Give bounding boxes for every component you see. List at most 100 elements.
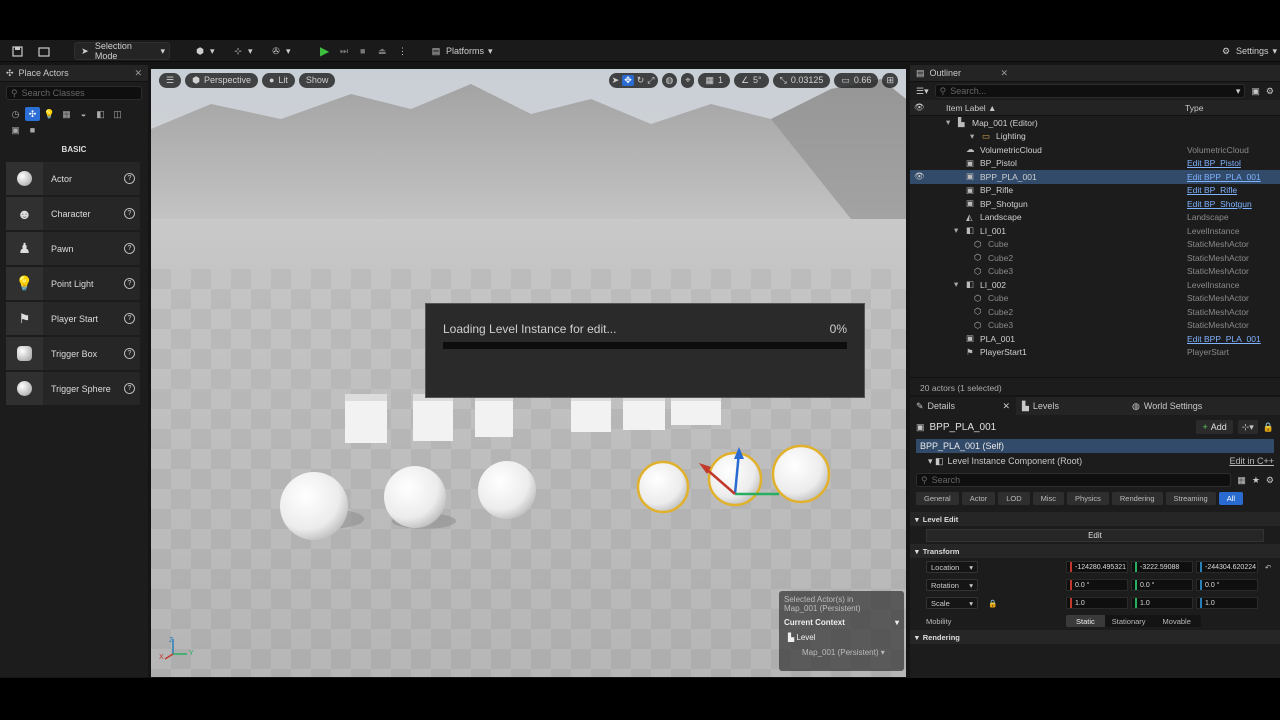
- lock-icon[interactable]: 🔒: [988, 599, 997, 608]
- cinematics-button[interactable]: ✇ ▾: [266, 42, 295, 60]
- level-context-dropdown[interactable]: Map_001 (Persistent) ▾: [784, 648, 899, 657]
- platforms-dropdown[interactable]: ▤ Platforms ▾: [426, 42, 497, 60]
- rotation-dropdown[interactable]: Rotation ▾: [926, 579, 978, 591]
- expand-arrow-icon[interactable]: ▾: [954, 279, 958, 290]
- help-icon[interactable]: ?: [124, 173, 135, 184]
- add-component-button[interactable]: + Add: [1196, 420, 1233, 434]
- play-button[interactable]: ▶: [316, 42, 333, 60]
- filter-actor[interactable]: Actor: [961, 492, 996, 505]
- current-context-header[interactable]: Current Context ▾: [784, 618, 899, 627]
- actor-item-player-start[interactable]: ⚑ Player Start?: [6, 302, 140, 335]
- lock-icon[interactable]: 🔒: [1263, 422, 1274, 433]
- help-icon[interactable]: ?: [124, 348, 135, 359]
- cinematic-icon[interactable]: ▦: [59, 107, 74, 121]
- outliner-row[interactable]: ▣ BP_Pistol Edit BP_Pistol: [910, 157, 1280, 171]
- grid-snap-button[interactable]: ▦ 1: [698, 72, 730, 88]
- outliner-row[interactable]: ▾ ▙ Map_001 (Editor): [910, 116, 1280, 130]
- mobility-static[interactable]: Static: [1066, 615, 1105, 627]
- outliner-row[interactable]: ▣ BP_Rifle Edit BP_Rifle: [910, 184, 1280, 198]
- transform-section[interactable]: ▾ Transform: [910, 544, 1280, 558]
- selection-mode-dropdown[interactable]: ➤ Selection Mode ▾: [74, 41, 170, 61]
- rotation-snap-button[interactable]: ∠ 5°: [733, 72, 769, 88]
- outliner-row[interactable]: ▾ ◧ LI_002 LevelInstance: [910, 278, 1280, 292]
- outliner-row[interactable]: ⬡ Cube3 StaticMeshActor: [910, 265, 1280, 279]
- rendering-section[interactable]: ▾ Rendering: [910, 630, 1280, 644]
- actor-item-trigger-sphere[interactable]: Trigger Sphere?: [6, 372, 140, 405]
- scale-tool-icon[interactable]: ⤢: [647, 75, 654, 86]
- gear-icon[interactable]: ⚙: [1266, 475, 1274, 486]
- outliner-row[interactable]: ▣ PLA_001 Edit BPP_PLA_001: [910, 332, 1280, 346]
- outliner-row[interactable]: 👁 ▣ BPP_PLA_001 Edit BPP_PLA_001: [910, 170, 1280, 184]
- details-search-input[interactable]: ⚲ Search: [916, 473, 1232, 487]
- gear-icon[interactable]: ⚙: [1266, 86, 1274, 97]
- close-icon[interactable]: ✕: [1002, 401, 1010, 412]
- expand-arrow-icon[interactable]: ▾: [954, 225, 958, 236]
- step-button[interactable]: ⏭: [336, 42, 352, 60]
- close-icon[interactable]: ✕: [1000, 68, 1008, 79]
- place-actors-tab[interactable]: ✣ Place Actors ✕: [0, 65, 148, 82]
- location-dropdown[interactable]: Location ▾: [926, 561, 978, 573]
- help-icon[interactable]: ?: [124, 278, 135, 289]
- outliner-row[interactable]: ▾ ▭ Lighting: [910, 130, 1280, 144]
- help-icon[interactable]: ?: [124, 243, 135, 254]
- outliner-row[interactable]: ⬡ Cube2 StaticMeshActor: [910, 251, 1280, 265]
- tab-levels[interactable]: ▙ Levels: [1016, 397, 1126, 415]
- actor-item-trigger-box[interactable]: Trigger Box?: [6, 337, 140, 370]
- surface-snap-button[interactable]: ⌖: [681, 72, 695, 88]
- shapes-icon[interactable]: ■: [25, 123, 40, 137]
- search-classes-input[interactable]: ⚲ Search Classes: [6, 86, 142, 100]
- grid-view-icon[interactable]: ▦: [1237, 475, 1246, 486]
- location-x-field[interactable]: -124280.495321: [1066, 561, 1128, 573]
- eject-button[interactable]: ⏏: [374, 42, 391, 60]
- root-component-row[interactable]: ▾ ◧ Level Instance Component (Root) Edit…: [916, 453, 1274, 469]
- scale-z-field[interactable]: 1.0: [1196, 597, 1258, 609]
- actor-item-point-light[interactable]: 💡 Point Light?: [6, 267, 140, 300]
- edit-in-cpp-link[interactable]: Edit in C++: [1229, 456, 1274, 466]
- lit-button[interactable]: ● Lit: [261, 72, 295, 88]
- mobility-movable[interactable]: Movable: [1153, 615, 1201, 627]
- outliner-row[interactable]: ◭ Landscape Landscape: [910, 211, 1280, 225]
- filter-physics[interactable]: Physics: [1067, 492, 1109, 505]
- play-options-button[interactable]: ⋮: [394, 42, 411, 60]
- tab-world-settings[interactable]: ◍ World Settings: [1126, 397, 1208, 415]
- type-header[interactable]: Type: [1185, 103, 1203, 113]
- outliner-search-input[interactable]: ⚲ Search... ▾: [934, 84, 1246, 98]
- visual-effects-icon[interactable]: ◒: [76, 107, 91, 121]
- all-classes-icon[interactable]: ▣: [8, 123, 23, 137]
- outliner-row[interactable]: ▣ BP_Shotgun Edit BP_Shotgun: [910, 197, 1280, 211]
- scale-y-field[interactable]: 1.0: [1131, 597, 1193, 609]
- level-edit-button[interactable]: Edit: [926, 528, 1264, 542]
- reset-icon[interactable]: ↶: [1265, 563, 1271, 572]
- filter-lod[interactable]: LOD: [998, 492, 1030, 505]
- viewport-options-button[interactable]: ☰: [159, 72, 182, 88]
- close-icon[interactable]: ✕: [134, 68, 142, 79]
- edit-blueprint-link[interactable]: Edit BPP_PLA_001: [1187, 172, 1261, 182]
- outliner-row[interactable]: ⬡ Cube3 StaticMeshActor: [910, 319, 1280, 333]
- blueprint-options-button[interactable]: ⊹▾: [1237, 420, 1258, 434]
- favorite-star-icon[interactable]: ★: [1252, 475, 1260, 486]
- filter-misc[interactable]: Misc: [1032, 492, 1065, 505]
- geometry-icon[interactable]: ◧: [93, 107, 108, 121]
- filter-icon[interactable]: ☰▾: [916, 86, 929, 97]
- edit-blueprint-link[interactable]: Edit BPP_PLA_001: [1187, 334, 1261, 344]
- expand-arrow-icon[interactable]: ▾: [970, 131, 974, 142]
- level-edit-section[interactable]: ▾ Level Edit: [910, 512, 1280, 526]
- maximize-viewport-button[interactable]: ⊞: [882, 72, 898, 88]
- save-icon[interactable]: [8, 42, 27, 60]
- actor-item-actor[interactable]: Actor?: [6, 162, 140, 195]
- visibility-eye-icon[interactable]: 👁: [914, 171, 925, 182]
- recent-icon[interactable]: ◷: [8, 107, 23, 121]
- content-browser-icon[interactable]: [34, 42, 54, 60]
- mobility-stationary[interactable]: Stationary: [1105, 615, 1153, 627]
- rotation-x-field[interactable]: 0.0 °: [1066, 579, 1128, 591]
- level-viewport[interactable]: Z Y X ☰ ⬢ Perspective ● Lit Show ➤ ✥ ↻ ⤢ ◍…: [151, 69, 906, 677]
- blueprint-button[interactable]: ⊹ ▾: [228, 42, 257, 60]
- outliner-row[interactable]: ⬡ Cube2 StaticMeshActor: [910, 305, 1280, 319]
- rotation-y-field[interactable]: 0.0 °: [1131, 579, 1193, 591]
- add-actor-button[interactable]: ⬢ ▾: [190, 42, 219, 60]
- outliner-row[interactable]: ▾ ◧ LI_001 LevelInstance: [910, 224, 1280, 238]
- outliner-row[interactable]: ⬡ Cube StaticMeshActor: [910, 292, 1280, 306]
- rotate-tool-icon[interactable]: ↻: [637, 75, 645, 86]
- outliner-row[interactable]: ⬡ Cube StaticMeshActor: [910, 238, 1280, 252]
- basic-category-icon[interactable]: ✣: [25, 107, 40, 121]
